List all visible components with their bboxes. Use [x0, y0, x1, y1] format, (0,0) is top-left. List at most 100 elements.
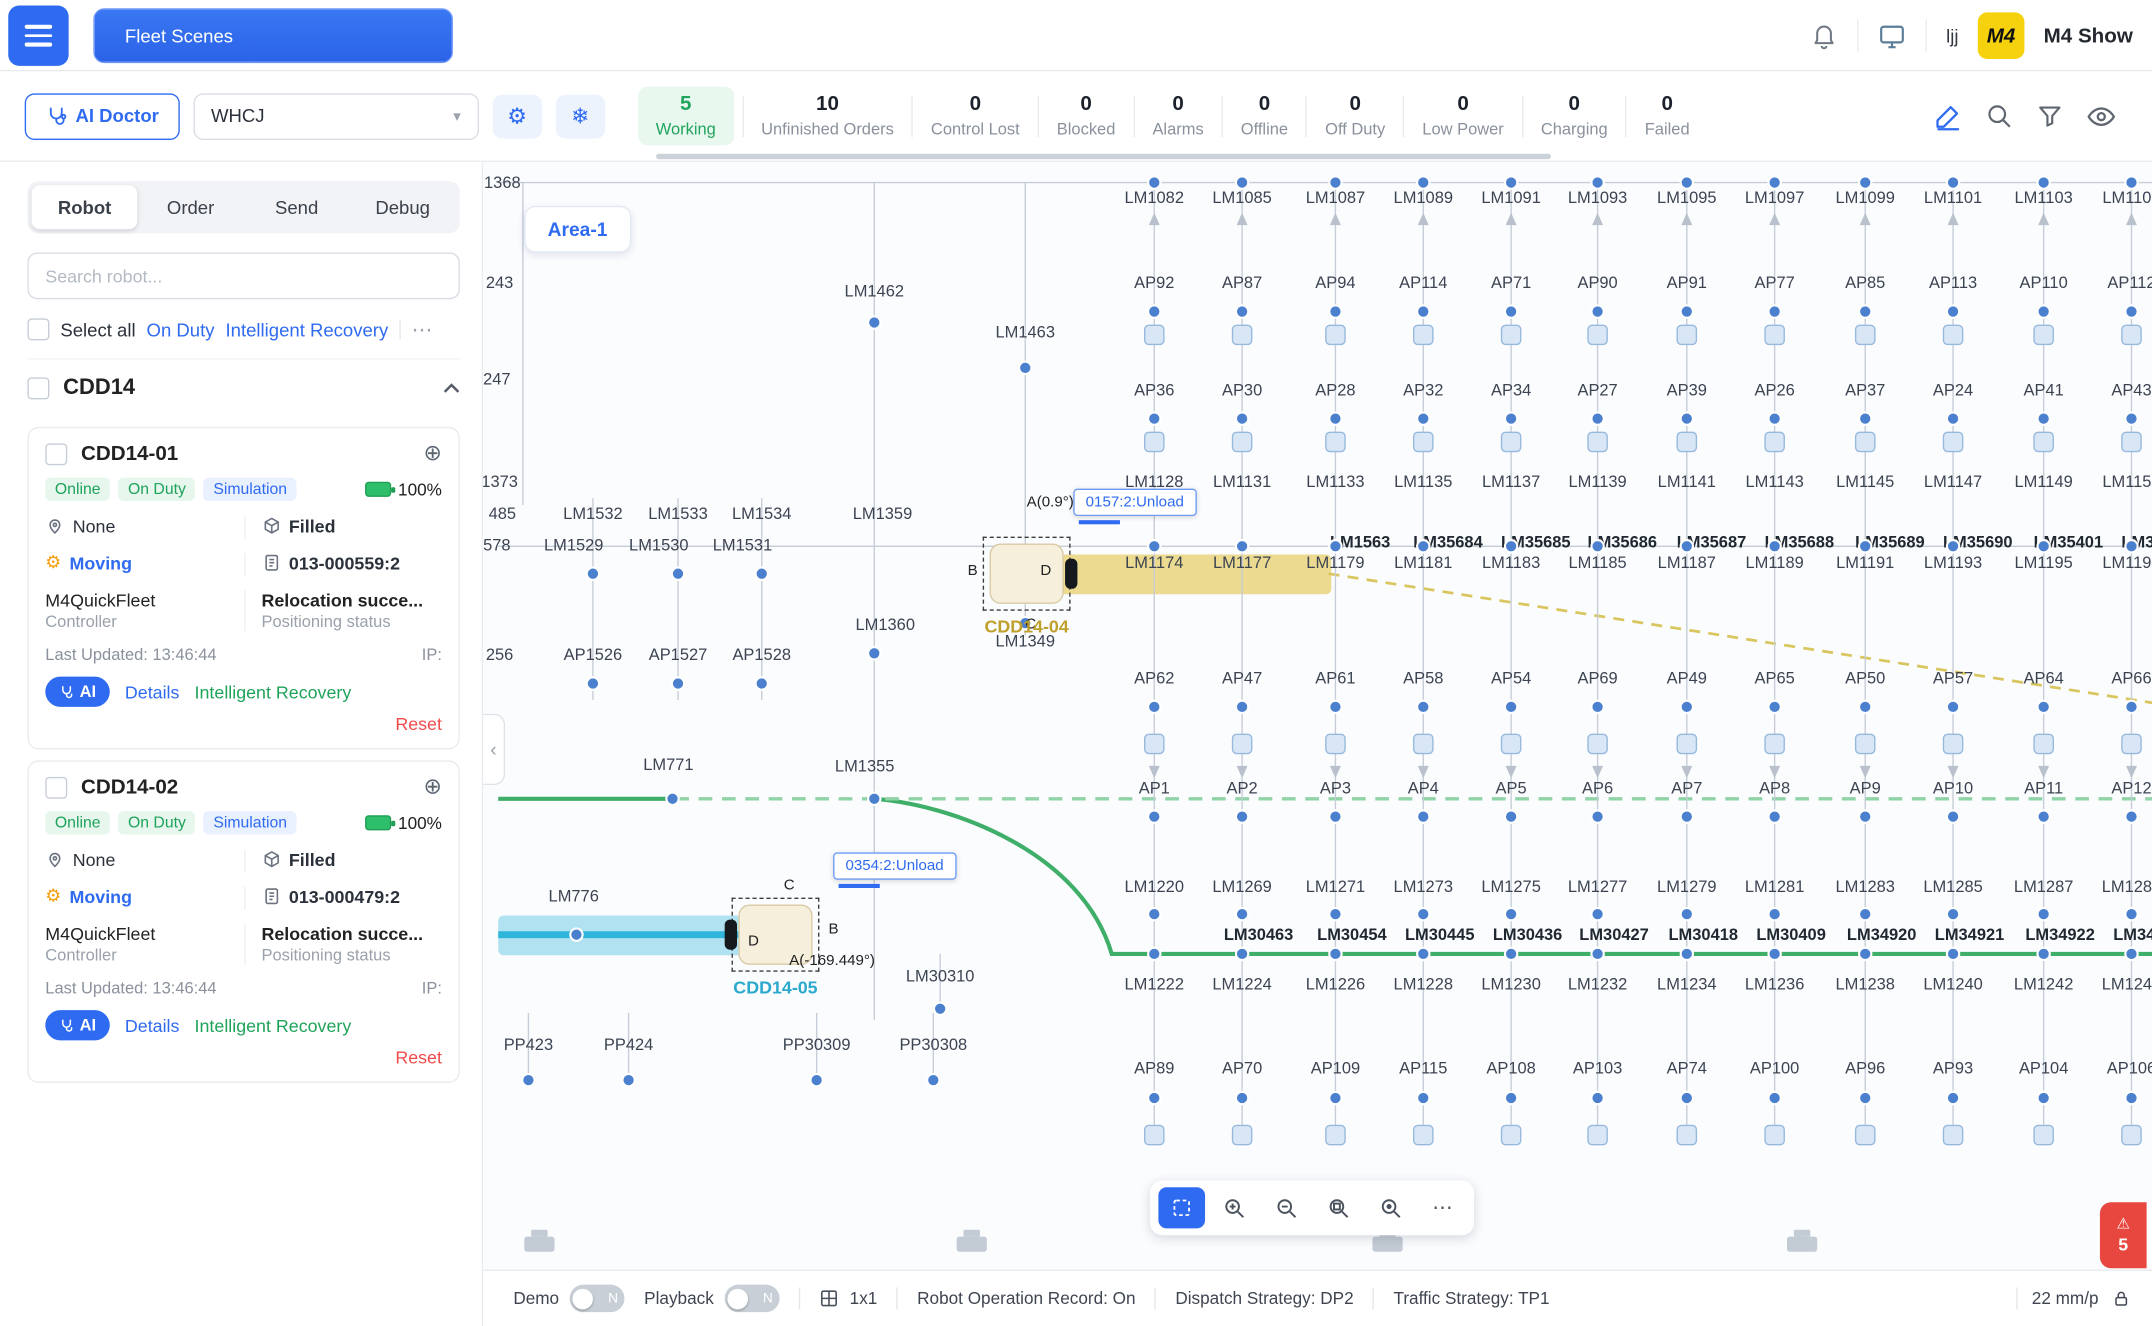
map-node[interactable] — [1947, 810, 1959, 822]
map-node[interactable] — [1417, 948, 1429, 960]
sidebar-collapse-handle[interactable]: ‹ — [483, 714, 505, 785]
map-node[interactable] — [1681, 1092, 1693, 1104]
map-node[interactable] — [1768, 1092, 1780, 1104]
map-node[interactable] — [1329, 908, 1341, 920]
map-node[interactable] — [927, 1074, 939, 1086]
more-options-icon[interactable]: ⋯ — [412, 317, 433, 342]
chevron-up-icon[interactable] — [443, 382, 459, 393]
stat-off-duty[interactable]: 0Off Duty — [1307, 93, 1403, 138]
map-node[interactable] — [1768, 948, 1780, 960]
map-node[interactable] — [1148, 305, 1160, 317]
map-node[interactable] — [1329, 176, 1341, 188]
visibility-button[interactable] — [2086, 101, 2116, 131]
search-map-button[interactable] — [1985, 102, 2014, 131]
map-node[interactable] — [868, 647, 880, 659]
map-station[interactable] — [2034, 734, 2053, 753]
intelligent-recovery-link[interactable]: Intelligent Recovery — [195, 1015, 352, 1036]
map-node[interactable] — [1236, 1092, 1248, 1104]
map-node[interactable] — [1947, 1092, 1959, 1104]
map-node[interactable] — [1947, 412, 1959, 424]
stat-control-lost[interactable]: 0Control Lost — [913, 93, 1037, 138]
map-node[interactable] — [2037, 701, 2049, 713]
zoom-fit-button[interactable] — [1315, 1187, 1362, 1228]
map-station[interactable] — [1326, 734, 1345, 753]
map-node[interactable] — [1329, 810, 1341, 822]
map-node[interactable] — [1681, 176, 1693, 188]
map-node[interactable] — [1417, 305, 1429, 317]
map-station[interactable] — [1856, 432, 1875, 451]
map-node[interactable] — [1148, 810, 1160, 822]
zoom-out-button[interactable] — [1263, 1187, 1310, 1228]
map-node[interactable] — [2037, 908, 2049, 920]
map-node[interactable] — [1591, 701, 1603, 713]
map-node[interactable] — [1859, 540, 1871, 552]
map-station[interactable] — [1943, 325, 1962, 344]
map-node[interactable] — [587, 568, 599, 580]
map-node[interactable] — [1417, 540, 1429, 552]
map-station[interactable] — [1943, 432, 1962, 451]
map-station[interactable] — [1414, 432, 1433, 451]
map-station[interactable] — [1414, 734, 1433, 753]
map-node[interactable] — [1947, 701, 1959, 713]
map-node[interactable] — [2125, 701, 2137, 713]
map-node[interactable] — [1505, 701, 1517, 713]
map-station[interactable] — [2122, 1125, 2141, 1144]
map-node[interactable] — [1591, 176, 1603, 188]
map-node[interactable] — [2125, 176, 2137, 188]
map-node[interactable] — [1329, 412, 1341, 424]
map-station[interactable] — [1233, 734, 1252, 753]
map-node[interactable] — [1681, 305, 1693, 317]
tab-fleet-scenes[interactable]: Fleet Scenes — [93, 8, 453, 63]
map-node[interactable] — [1768, 540, 1780, 552]
map-station[interactable] — [1414, 325, 1433, 344]
map-node[interactable] — [1768, 810, 1780, 822]
map-station[interactable] — [1233, 325, 1252, 344]
map-node[interactable] — [1768, 908, 1780, 920]
map-station[interactable] — [1588, 734, 1607, 753]
map-node[interactable] — [1859, 1092, 1871, 1104]
map-node[interactable] — [1505, 176, 1517, 188]
map-node[interactable] — [1859, 908, 1871, 920]
playback-toggle[interactable]: N — [725, 1285, 780, 1312]
map-node[interactable] — [1591, 810, 1603, 822]
map-node[interactable] — [1148, 1092, 1160, 1104]
map-node[interactable] — [1859, 305, 1871, 317]
map-node[interactable] — [1417, 1092, 1429, 1104]
grid-layout-control[interactable]: 1x1 — [819, 1289, 877, 1308]
map-node[interactable] — [934, 1003, 946, 1015]
stats-scrollbar[interactable] — [656, 154, 1551, 159]
map-station[interactable] — [1233, 432, 1252, 451]
map-node[interactable] — [1681, 908, 1693, 920]
map-station[interactable] — [1145, 734, 1164, 753]
stat-failed[interactable]: 0Failed — [1627, 93, 1708, 138]
map-station[interactable] — [2034, 325, 2053, 344]
map-node[interactable] — [1329, 540, 1341, 552]
map-node[interactable] — [522, 1074, 534, 1086]
demo-toggle[interactable]: N — [570, 1285, 625, 1312]
map-station[interactable] — [1502, 734, 1521, 753]
marquee-select-button[interactable] — [1158, 1187, 1205, 1228]
map-node[interactable] — [2037, 412, 2049, 424]
map-canvas[interactable]: LM1082LM1085LM1087LM1089LM1091LM1093LM10… — [483, 162, 2152, 1326]
map-station[interactable] — [2034, 1125, 2053, 1144]
map-station[interactable] — [1677, 1125, 1696, 1144]
intelligent-recovery-link[interactable]: Intelligent Recovery — [226, 319, 389, 340]
map-node[interactable] — [1947, 540, 1959, 552]
map-node[interactable] — [1505, 540, 1517, 552]
map-node[interactable] — [1947, 908, 1959, 920]
locate-icon[interactable]: ⊕ — [424, 443, 442, 465]
map-station[interactable] — [1765, 734, 1784, 753]
map-node[interactable] — [2037, 810, 2049, 822]
map-node[interactable] — [1148, 540, 1160, 552]
map-station[interactable] — [2122, 325, 2141, 344]
traffic-strategy[interactable]: Traffic Strategy: TP1 — [1393, 1289, 1549, 1308]
map-station[interactable] — [1414, 1125, 1433, 1144]
map-station[interactable] — [2034, 432, 2053, 451]
map-node[interactable] — [810, 1074, 822, 1086]
map-node[interactable] — [1681, 540, 1693, 552]
stat-blocked[interactable]: 0Blocked — [1039, 93, 1133, 138]
details-link[interactable]: Details — [125, 1015, 180, 1036]
map-station[interactable] — [1145, 325, 1164, 344]
map-station[interactable] — [1588, 1125, 1607, 1144]
map-node[interactable] — [1947, 948, 1959, 960]
